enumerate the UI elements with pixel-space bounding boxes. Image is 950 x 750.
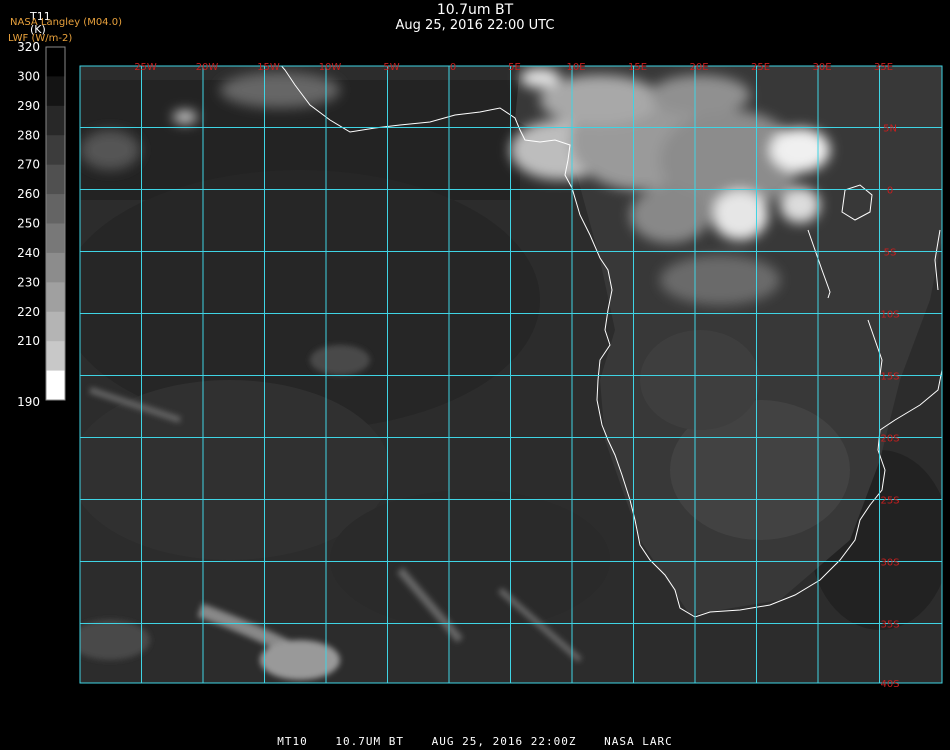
lon-label: 35E bbox=[874, 62, 893, 73]
lat-label: 40S bbox=[880, 679, 899, 690]
colorbar-tick-label: 260 bbox=[17, 187, 40, 201]
colorbar-swatch bbox=[46, 164, 65, 195]
footer-datetime: AUG 25, 2016 22:00Z bbox=[431, 735, 577, 748]
lat-label: 30S bbox=[880, 558, 899, 569]
lon-label: 20W bbox=[196, 62, 219, 73]
colorbar-swatch bbox=[46, 282, 65, 313]
colorbar-tick-label: 230 bbox=[17, 275, 40, 289]
lat-label: 35S bbox=[880, 620, 899, 631]
colorbar-tick-label: 190 bbox=[17, 395, 40, 409]
footer-org: NASA LARC bbox=[604, 735, 673, 748]
lon-label: 5E bbox=[508, 62, 521, 73]
lon-label: 5W bbox=[383, 62, 399, 73]
colorbar-swatch bbox=[46, 194, 65, 224]
lon-label: 10W bbox=[319, 62, 342, 73]
colorbar-tick-label: 270 bbox=[17, 158, 40, 172]
colorbar-swatch bbox=[46, 370, 65, 401]
colorbar-swatch bbox=[46, 252, 65, 283]
lat-label: 10S bbox=[880, 310, 899, 321]
colorbar-swatch bbox=[46, 105, 65, 136]
colorbar-tick-label: 220 bbox=[17, 305, 40, 319]
lat-label: 5N bbox=[883, 124, 897, 135]
footer-channel: 10.7UM BT bbox=[335, 735, 405, 748]
lon-label: 15W bbox=[257, 62, 280, 73]
lon-label: 25E bbox=[751, 62, 770, 73]
lon-label: 20E bbox=[689, 62, 708, 73]
lat-label: 5S bbox=[884, 248, 897, 259]
colorbar-tick-label: 280 bbox=[17, 128, 40, 142]
overlay-label: LWF (W/m-2) bbox=[8, 33, 73, 44]
colorbar-tick-label: 250 bbox=[17, 217, 40, 231]
colorbar-tick-label: 300 bbox=[17, 69, 40, 83]
lon-label: 30E bbox=[812, 62, 831, 73]
colorbar-tick-label: 290 bbox=[17, 99, 40, 113]
lat-label: 20S bbox=[880, 434, 899, 445]
colorbar-swatch bbox=[46, 223, 65, 254]
colorbar-swatch bbox=[46, 341, 65, 372]
satellite-map: 25W 20W 15W 10W 5W 0 5E 10E 15E 20E 25E 30E 35E 5N 0 5… bbox=[17, 40, 943, 690]
colorbar-swatch bbox=[46, 76, 65, 107]
colorbar-tick-label: 240 bbox=[17, 246, 40, 260]
lat-label: 25S bbox=[880, 496, 899, 507]
lat-label: 0 bbox=[887, 186, 893, 197]
chart-subtitle: Aug 25, 2016 22:00 UTC bbox=[395, 18, 555, 33]
colorbar-swatch bbox=[46, 311, 65, 342]
chart-title: 10.7um BT bbox=[436, 2, 514, 18]
footer-bar: MT10 10.7UM BT AUG 25, 2016 22:00Z NASA … bbox=[0, 735, 950, 748]
lon-label: 15E bbox=[628, 62, 647, 73]
lat-label: 15S bbox=[880, 372, 899, 383]
provider-label: NASA Langley (M04.0) bbox=[10, 17, 122, 28]
footer-satellite: MT10 bbox=[277, 735, 308, 748]
colorbar-swatch bbox=[46, 135, 65, 166]
lon-label: 25W bbox=[134, 62, 157, 73]
colorbar-swatch bbox=[46, 47, 65, 77]
colorbar-tick-label: 210 bbox=[17, 334, 40, 348]
lon-label: 10E bbox=[566, 62, 585, 73]
colorbar: 320300290280270260250240230220210190 bbox=[17, 40, 66, 409]
lon-label: 0 bbox=[450, 62, 456, 73]
